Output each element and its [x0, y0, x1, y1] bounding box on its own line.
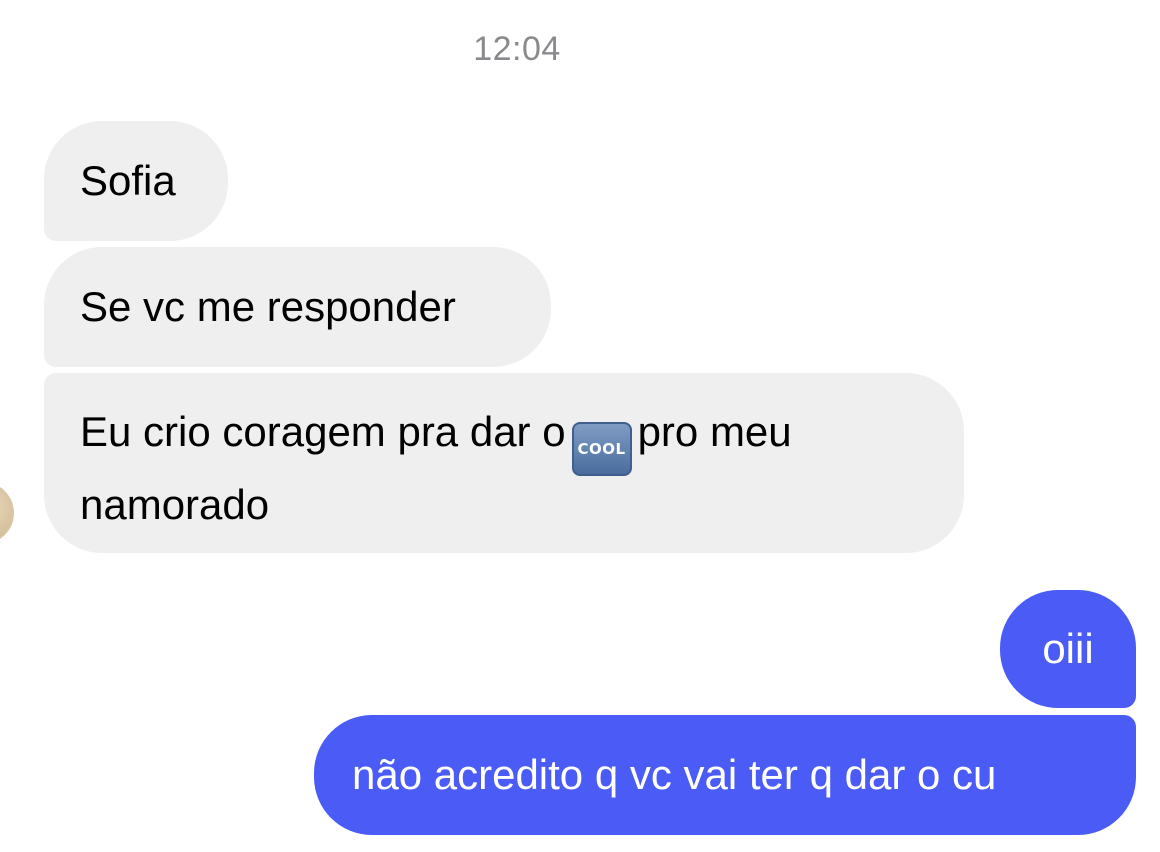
- outgoing-message-bubble[interactable]: oiii: [1000, 590, 1136, 708]
- message-timestamp: 12:04: [473, 30, 561, 68]
- incoming-message-bubble[interactable]: Se vc me responder: [44, 247, 551, 367]
- incoming-message-bubble[interactable]: Sofia: [44, 121, 228, 241]
- cool-button-emoji-icon: COOL: [571, 422, 632, 476]
- sender-avatar[interactable]: [0, 482, 14, 544]
- message-text: Eu crio coragem pra dar o: [80, 408, 566, 455]
- outgoing-message-bubble[interactable]: não acredito q vc vai ter q dar o cu: [314, 715, 1136, 835]
- message-text: pro meu: [637, 408, 792, 455]
- message-text: não acredito q vc vai ter q dar o cu: [352, 751, 997, 798]
- message-text: Se vc me responder: [80, 283, 456, 330]
- chat-screen: 12:04 Sofia Se vc me responder Eu crio c…: [0, 0, 1160, 852]
- incoming-message-bubble[interactable]: Eu crio coragem pra dar o COOL pro meu nam…: [44, 373, 964, 553]
- message-text: oiii: [1042, 625, 1094, 672]
- message-text: namorado: [80, 481, 270, 528]
- message-text: Sofia: [80, 157, 176, 204]
